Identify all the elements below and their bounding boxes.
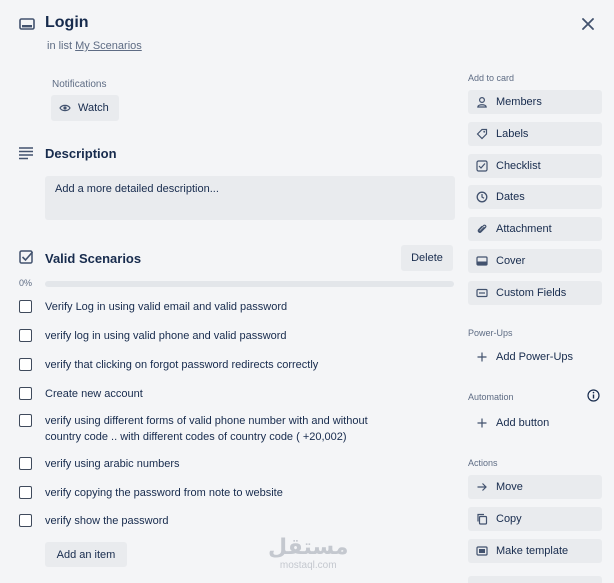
checklist-title[interactable]: Valid Scenarios (45, 251, 141, 266)
checklist-item: Create new account (19, 386, 449, 402)
checklist-item: verify that clicking on forgot password … (19, 357, 449, 373)
in-list-text: in list My Scenarios (47, 40, 142, 52)
add-power-ups-label: Add Power-Ups (496, 351, 574, 363)
watch-button[interactable]: Watch (51, 95, 119, 121)
checklist-item: verify show the password (19, 513, 449, 529)
watermark-latin: mostaql.com (279, 560, 337, 571)
item-text[interactable]: verify show the password (45, 513, 405, 529)
item-checkbox[interactable] (19, 329, 32, 342)
item-text[interactable]: Create new account (45, 386, 405, 402)
watch-label: Watch (78, 102, 109, 114)
checklist-item: verify copying the password from note to… (19, 485, 449, 501)
watermark-arabic: مستقل (268, 535, 349, 560)
item-checkbox[interactable] (19, 358, 32, 371)
person-icon (476, 96, 488, 108)
actions-label: Actions (468, 458, 498, 468)
partial-action-button[interactable] (468, 576, 602, 583)
paperclip-icon (476, 223, 488, 235)
cover-label: Cover (496, 255, 526, 267)
power-ups-label: Power-Ups (468, 328, 513, 338)
fields-icon (476, 287, 488, 299)
make-template-label: Make template (496, 545, 569, 557)
checklist-label: Checklist (496, 160, 541, 172)
delete-checklist-button[interactable]: Delete (401, 245, 453, 271)
add-power-ups-button[interactable]: Add Power-Ups (468, 345, 602, 369)
add-button-button[interactable]: Add button (468, 411, 602, 435)
info-icon[interactable] (587, 389, 600, 402)
watermark-logo: مستقل mostaql.com (268, 537, 348, 572)
item-text[interactable]: verify using different forms of valid ph… (45, 413, 405, 445)
move-button[interactable]: Move (468, 475, 602, 499)
item-checkbox[interactable] (19, 387, 32, 400)
cover-icon (476, 255, 488, 267)
add-item-button[interactable]: Add an item (45, 542, 127, 567)
progress-bar (45, 281, 454, 287)
plus-icon (476, 351, 488, 363)
move-label: Move (496, 481, 523, 493)
close-button[interactable] (576, 12, 600, 36)
card-title[interactable]: Login (45, 14, 89, 32)
labels-button[interactable]: Labels (468, 122, 602, 146)
plus-icon (476, 417, 488, 429)
dates-label: Dates (496, 191, 525, 203)
add-button-label: Add button (496, 417, 550, 429)
checklist-item: Verify Log in using valid email and vali… (19, 299, 449, 315)
description-title: Description (45, 146, 117, 161)
item-text[interactable]: Verify Log in using valid email and vali… (45, 299, 405, 315)
item-text[interactable]: verify that clicking on forgot password … (45, 357, 405, 373)
arrow-right-icon (476, 481, 488, 493)
in-list-prefix: in list (47, 40, 73, 52)
copy-icon (476, 513, 488, 525)
copy-button[interactable]: Copy (468, 507, 602, 531)
item-checkbox[interactable] (19, 486, 32, 499)
make-template-button[interactable]: Make template (468, 539, 602, 563)
notifications-label: Notifications (52, 79, 107, 90)
checklist-item: verify using different forms of valid ph… (19, 413, 449, 445)
add-to-card-label: Add to card (468, 73, 515, 83)
item-text[interactable]: verify copying the password from note to… (45, 485, 405, 501)
checklist-icon (19, 250, 34, 265)
description-input[interactable]: Add a more detailed description... (45, 176, 455, 220)
card-icon (19, 16, 35, 32)
close-icon (582, 18, 594, 30)
copy-label: Copy (496, 513, 522, 525)
item-checkbox[interactable] (19, 457, 32, 470)
custom-fields-button[interactable]: Custom Fields (468, 281, 602, 305)
checklist-item: verify using arabic numbers (19, 456, 449, 472)
checkbox-icon (476, 160, 488, 172)
checklist-button[interactable]: Checklist (468, 154, 602, 178)
labels-label: Labels (496, 128, 529, 140)
dates-button[interactable]: Dates (468, 185, 602, 209)
progress-percent: 0% (19, 278, 33, 288)
cover-button[interactable]: Cover (468, 249, 602, 273)
members-label: Members (496, 96, 542, 108)
eye-icon (59, 103, 71, 113)
list-link[interactable]: My Scenarios (75, 40, 142, 52)
item-checkbox[interactable] (19, 514, 32, 527)
tag-icon (476, 128, 488, 140)
attachment-label: Attachment (496, 223, 552, 235)
item-checkbox[interactable] (19, 414, 32, 427)
item-checkbox[interactable] (19, 300, 32, 313)
item-text[interactable]: verify log in using valid phone and vali… (45, 328, 405, 344)
template-icon (476, 545, 488, 557)
item-text[interactable]: verify using arabic numbers (45, 456, 405, 472)
description-icon (18, 146, 34, 160)
members-button[interactable]: Members (468, 90, 602, 114)
attachment-button[interactable]: Attachment (468, 217, 602, 241)
custom-fields-label: Custom Fields (496, 287, 567, 299)
checklist-item: verify log in using valid phone and vali… (19, 328, 449, 344)
clock-icon (476, 191, 488, 203)
automation-label: Automation (468, 392, 514, 402)
